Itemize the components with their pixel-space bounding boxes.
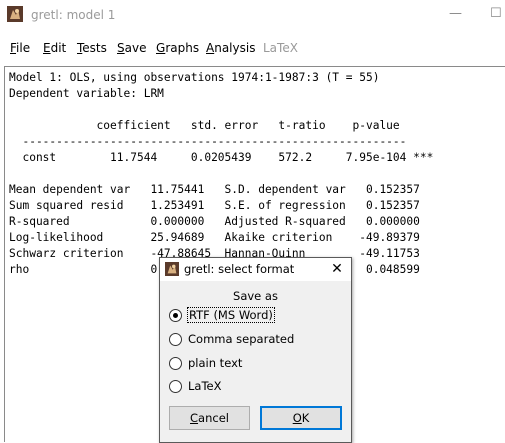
radio-label: plain text: [188, 356, 243, 370]
output-line: R-squared 0.000000 Adjusted R-squared 0.…: [9, 215, 420, 228]
menubar: File Edit Tests Save Graphs Analysis LaT…: [0, 36, 505, 60]
radio-unchecked-icon: [169, 380, 182, 393]
ok-button[interactable]: OK: [260, 406, 342, 430]
cancel-button[interactable]: Cancel: [169, 406, 250, 430]
maximize-icon[interactable]: ☐: [490, 6, 502, 21]
menu-edit[interactable]: Edit: [43, 41, 66, 55]
output-line: ----------------------------------------…: [9, 135, 407, 148]
output-line: Log-likelihood 25.94689 Akaike criterion…: [9, 231, 420, 244]
output-line: const 11.7544 0.0205439 572.2 7.95e-104 …: [9, 151, 434, 164]
radio-unchecked-icon: [169, 333, 182, 346]
radio-label: RTF (MS Word): [187, 307, 275, 323]
close-icon[interactable]: ✕: [327, 259, 347, 279]
radio-label: LaTeX: [188, 379, 222, 393]
window-titlebar: gretl: model 1 — ☐: [0, 0, 505, 32]
menu-graphs[interactable]: Graphs: [156, 41, 199, 55]
gretl-app-icon: [165, 262, 179, 276]
menu-latex: LaTeX: [263, 41, 298, 55]
dialog-title: gretl: select format: [184, 262, 295, 276]
output-line: Model 1: OLS, using observations 1974:1-…: [9, 71, 380, 84]
output-line: coefficient std. error t-ratio p-value: [9, 119, 400, 132]
menu-tests[interactable]: Tests: [77, 41, 107, 55]
save-as-label: Save as: [233, 289, 278, 303]
output-line: Sum squared resid 1.253491 S.E. of regre…: [9, 199, 420, 212]
menu-save[interactable]: Save: [117, 41, 146, 55]
select-format-dialog: gretl: select format ✕ Save as RTF (MS W…: [159, 257, 352, 443]
radio-label: Comma separated: [188, 332, 295, 346]
radio-checked-icon: [169, 309, 182, 322]
output-line: Mean dependent var 11.75441 S.D. depende…: [9, 183, 420, 196]
output-line: Dependent variable: LRM: [9, 87, 164, 100]
dialog-titlebar: gretl: select format ✕: [160, 258, 351, 281]
menu-file[interactable]: File: [10, 41, 30, 55]
minimize-icon[interactable]: —: [449, 6, 462, 21]
radio-unchecked-icon: [169, 357, 182, 370]
window-title: gretl: model 1: [31, 8, 116, 22]
gretl-app-icon: [7, 6, 23, 22]
menu-analysis[interactable]: Analysis: [206, 41, 255, 55]
